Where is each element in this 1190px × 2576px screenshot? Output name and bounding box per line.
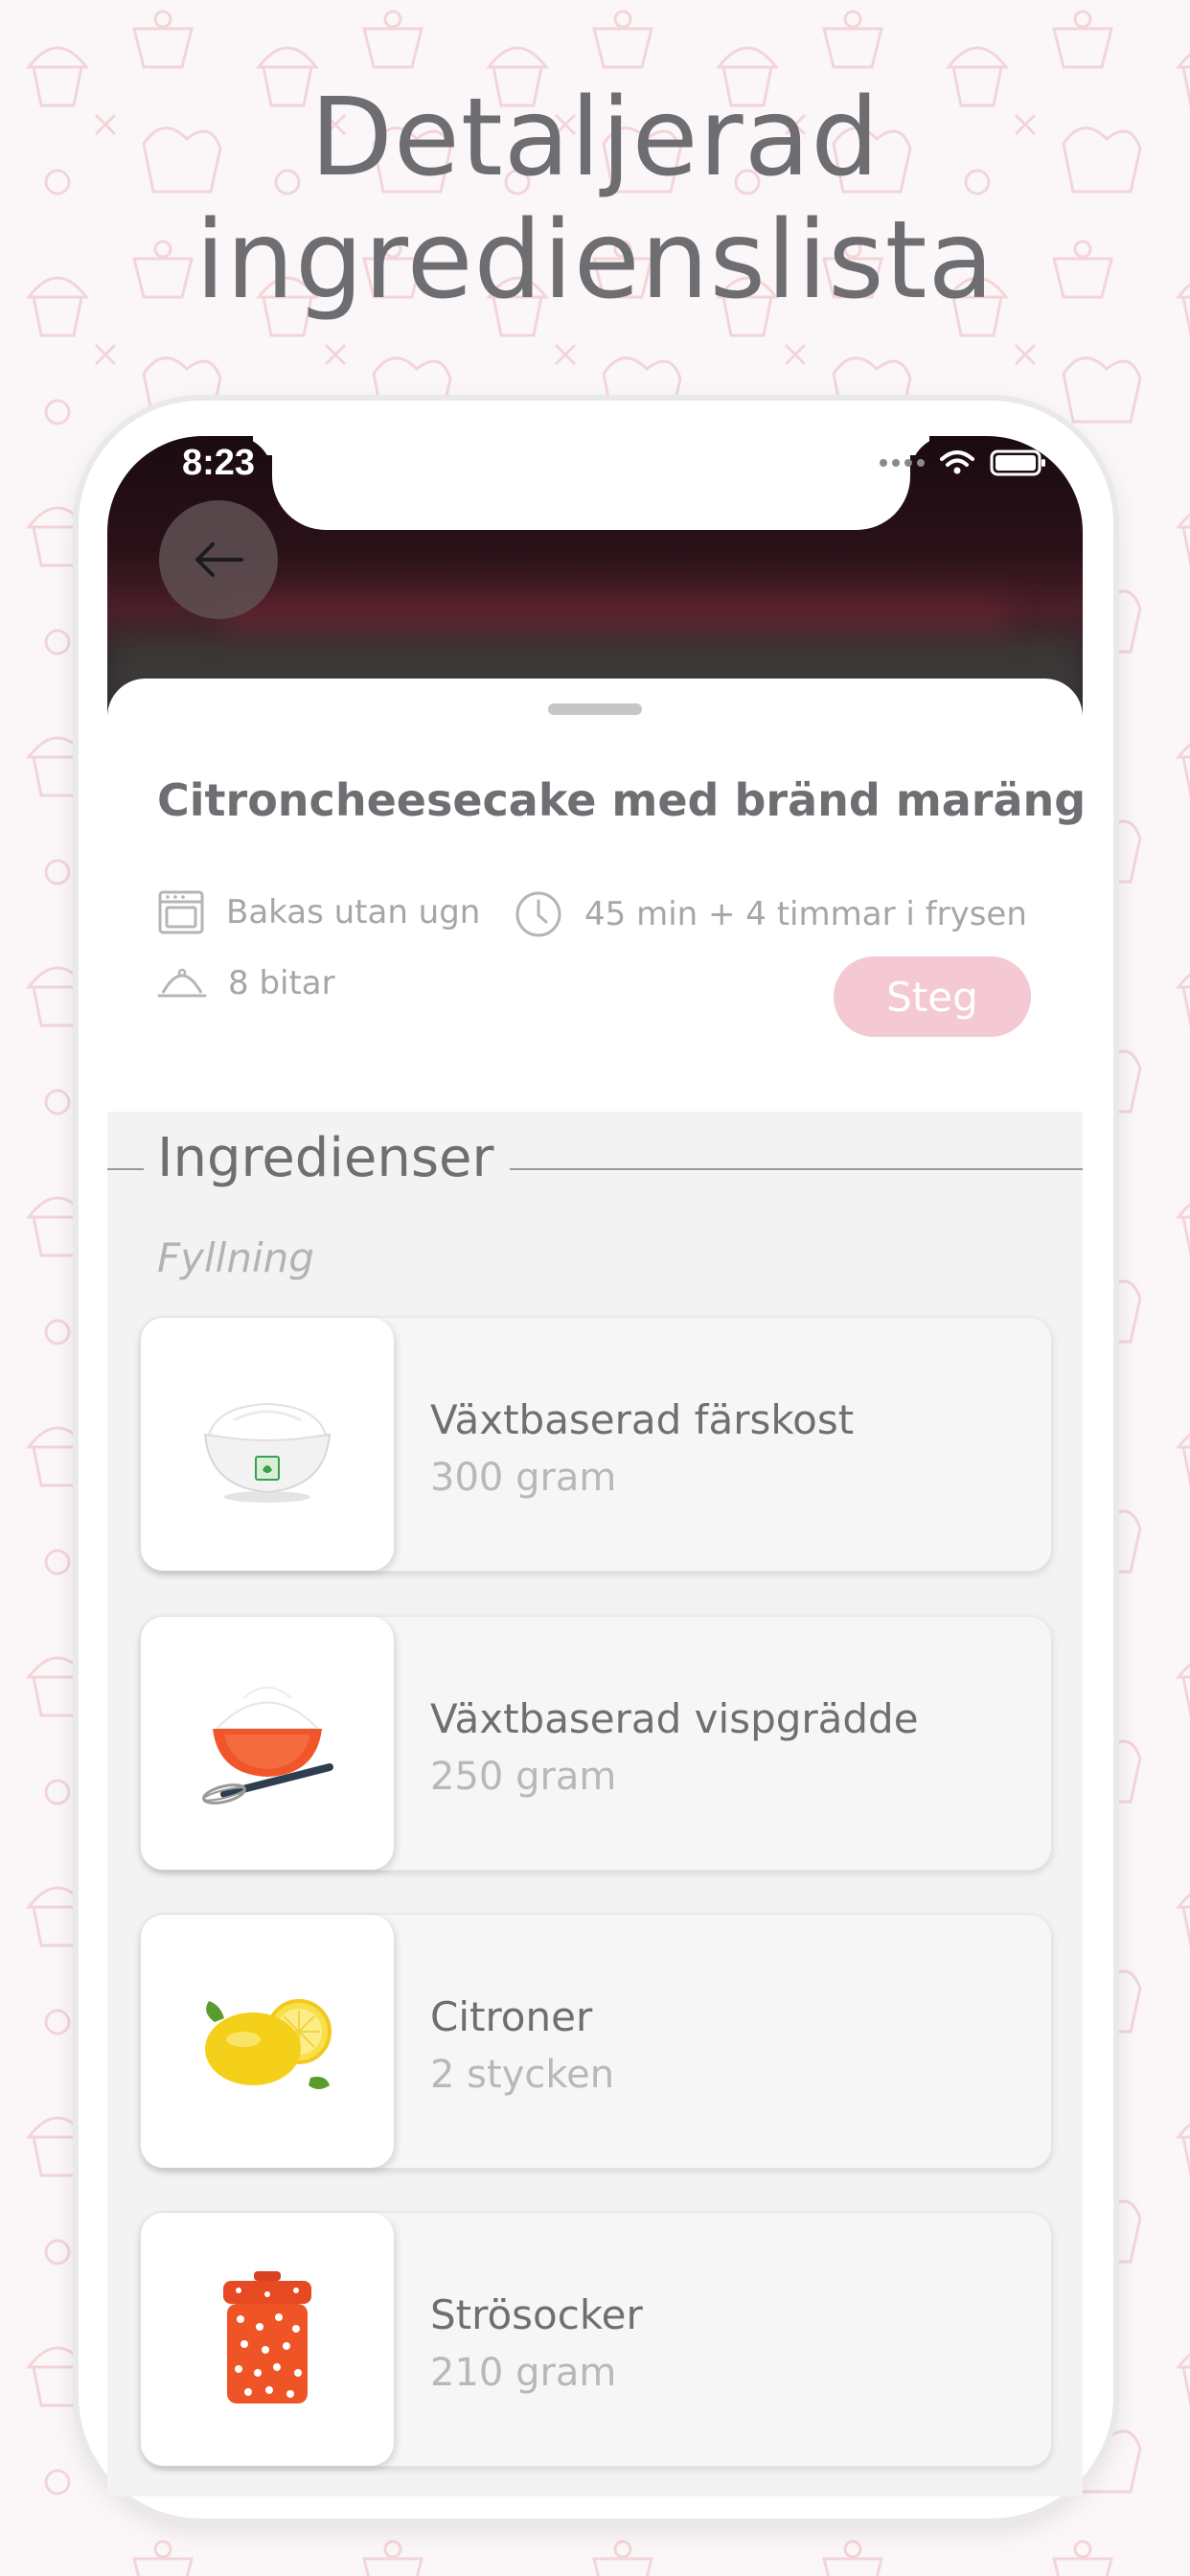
ingredient-card[interactable]: Citroner 2 stycken [140,1914,1052,2169]
recipe-title: Citroncheesecake med bränd maräng [157,774,1087,826]
phone-notch [272,436,910,530]
signal-icon [880,459,925,467]
oven-icon [158,890,204,934]
ingredients-header: Ingredienser [107,1127,1083,1194]
divider [107,1168,144,1170]
ingredient-amount: 250 gram [430,1755,617,1799]
page-headline: Detaljerad ingredienslista [0,77,1190,322]
headline-line-2: ingredienslista [195,198,995,323]
cloche-icon [157,968,207,998]
ingredient-image [141,1915,394,2168]
meta-oven-label: Bakas utan ugn [226,893,481,932]
divider [510,1168,1083,1170]
ingredient-image [141,2213,394,2466]
ingredient-image [141,1617,394,1870]
ingredient-amount: 210 gram [430,2351,617,2395]
ingredient-card[interactable]: Växtbaserad vispgrädde 250 gram [140,1616,1052,1871]
ingredient-group-label: Fyllning [157,1234,314,1281]
ingredients-heading: Ingredienser [157,1127,494,1189]
headline-line-1: Detaljerad [309,76,881,200]
wifi-icon [940,450,974,474]
battery-icon [990,449,1045,476]
status-time: 8:23 [182,443,256,483]
arrow-left-icon [195,542,243,577]
whipped-cream-bowl-icon [202,1687,333,1805]
steps-button[interactable]: Steg [834,956,1031,1037]
status-indicators [880,448,1047,477]
ingredient-name: Växtbaserad färskost [430,1396,855,1443]
meta-yield: 8 bitar [157,964,335,1002]
meta-time: 45 min + 4 timmar i frysen [514,889,1027,939]
ingredients-section: Ingredienser Fyllning Växtbaserad färsko… [107,1112,1083,2496]
ingredient-image [141,1318,394,1571]
ingredient-name: Växtbaserad vispgrädde [430,1695,919,1742]
sugar-canister-icon [223,2271,311,2404]
lemon-icon [205,1999,332,2089]
ingredient-card[interactable]: Strösocker 210 gram [140,2212,1052,2467]
ingredient-amount: 300 gram [430,1456,617,1500]
recipe-detail-sheet: Citroncheesecake med bränd maräng Bakas … [107,678,1087,2496]
cream-cheese-bowl-icon [203,1402,332,1503]
ingredient-amount: 2 stycken [430,2053,615,2097]
sheet-grabber[interactable] [548,703,642,715]
ingredient-card[interactable]: Växtbaserad färskost 300 gram [140,1317,1052,1572]
meta-oven: Bakas utan ugn [157,889,480,935]
meta-yield-label: 8 bitar [228,964,335,1002]
back-button[interactable] [159,500,278,619]
clock-icon [515,891,561,937]
meta-time-label: 45 min + 4 timmar i frysen [584,895,1027,933]
ingredient-name: Citroner [430,1993,593,2040]
ingredient-name: Strösocker [430,2291,643,2338]
